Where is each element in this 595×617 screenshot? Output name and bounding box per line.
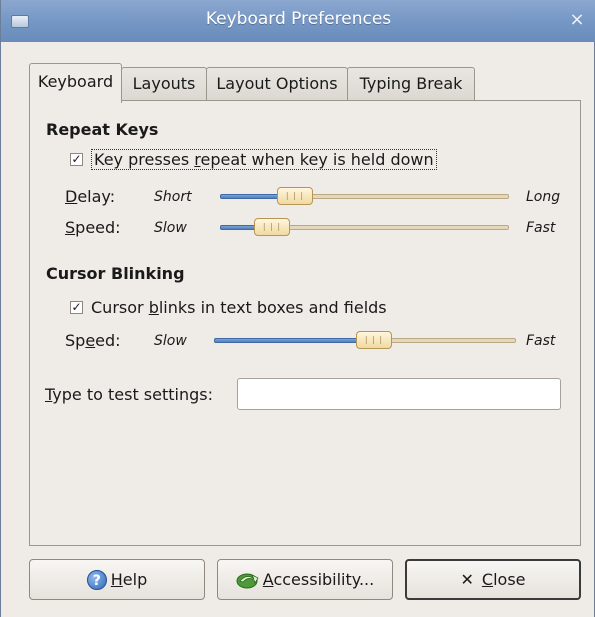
repeat-keys-heading: Repeat Keys xyxy=(46,120,159,139)
accessibility-button[interactable]: Accessibility... xyxy=(217,559,393,600)
blink-speed-slider[interactable]: | | | xyxy=(214,331,516,349)
accessibility-icon xyxy=(236,570,260,590)
delay-slider-thumb[interactable]: | | | xyxy=(277,187,313,205)
help-button-label: Help xyxy=(110,570,148,589)
test-settings-label: Type to test settings: xyxy=(45,385,213,404)
blink-speed-slider-thumb[interactable]: | | | xyxy=(356,331,392,349)
repeat-speed-slider[interactable]: | | | xyxy=(220,218,509,236)
blink-speed-label: Speed: xyxy=(65,331,121,350)
accessibility-button-label: Accessibility... xyxy=(262,570,375,589)
delay-min-label: Short xyxy=(154,189,192,205)
blink-speed-max-label: Fast xyxy=(526,333,556,349)
delay-label: Delay: xyxy=(65,187,116,206)
repeat-speed-label: Speed: xyxy=(65,218,121,237)
repeat-speed-slider-thumb[interactable]: | | | xyxy=(254,218,290,236)
help-icon: ? xyxy=(86,569,107,590)
repeat-speed-min-label: Slow xyxy=(154,220,187,236)
cursor-blinking-heading: Cursor Blinking xyxy=(46,264,185,283)
close-button-label: Close xyxy=(481,570,526,589)
repeat-keys-checkbox-row[interactable]: ✓ Key presses repeat when key is held do… xyxy=(70,149,437,170)
close-button-icon: ✕ xyxy=(460,570,474,589)
blink-speed-min-label: Slow xyxy=(154,333,187,349)
delay-max-label: Long xyxy=(526,189,561,205)
cursor-blink-checkbox-row[interactable]: ✓ Cursor blinks in text boxes and fields xyxy=(70,298,387,317)
repeat-keys-checkbox[interactable]: ✓ xyxy=(70,153,83,166)
window-title: Keyboard Preferences xyxy=(205,9,392,29)
close-button[interactable]: ✕ Close xyxy=(405,559,581,600)
tab-layouts[interactable]: Layouts xyxy=(121,67,207,101)
tab-layout-options[interactable]: Layout Options xyxy=(206,67,348,101)
repeat-keys-checkbox-label[interactable]: Key presses repeat when key is held down xyxy=(91,149,437,170)
title-bar[interactable]: Keyboard Preferences × xyxy=(1,0,595,42)
test-settings-input[interactable] xyxy=(237,378,561,410)
close-icon[interactable]: × xyxy=(568,10,586,30)
cursor-blink-checkbox-label[interactable]: Cursor blinks in text boxes and fields xyxy=(91,298,387,317)
tab-typing-break[interactable]: Typing Break xyxy=(347,67,475,101)
blink-speed-slider-fill xyxy=(214,338,374,343)
delay-slider[interactable]: | | | xyxy=(220,187,509,205)
cursor-blink-checkbox[interactable]: ✓ xyxy=(70,301,83,314)
keyboard-preferences-window: Keyboard Preferences × Keyboard Layouts … xyxy=(0,0,595,617)
tab-keyboard[interactable]: Keyboard xyxy=(29,63,122,103)
repeat-speed-max-label: Fast xyxy=(526,220,556,236)
help-button[interactable]: ? Help xyxy=(29,559,205,600)
